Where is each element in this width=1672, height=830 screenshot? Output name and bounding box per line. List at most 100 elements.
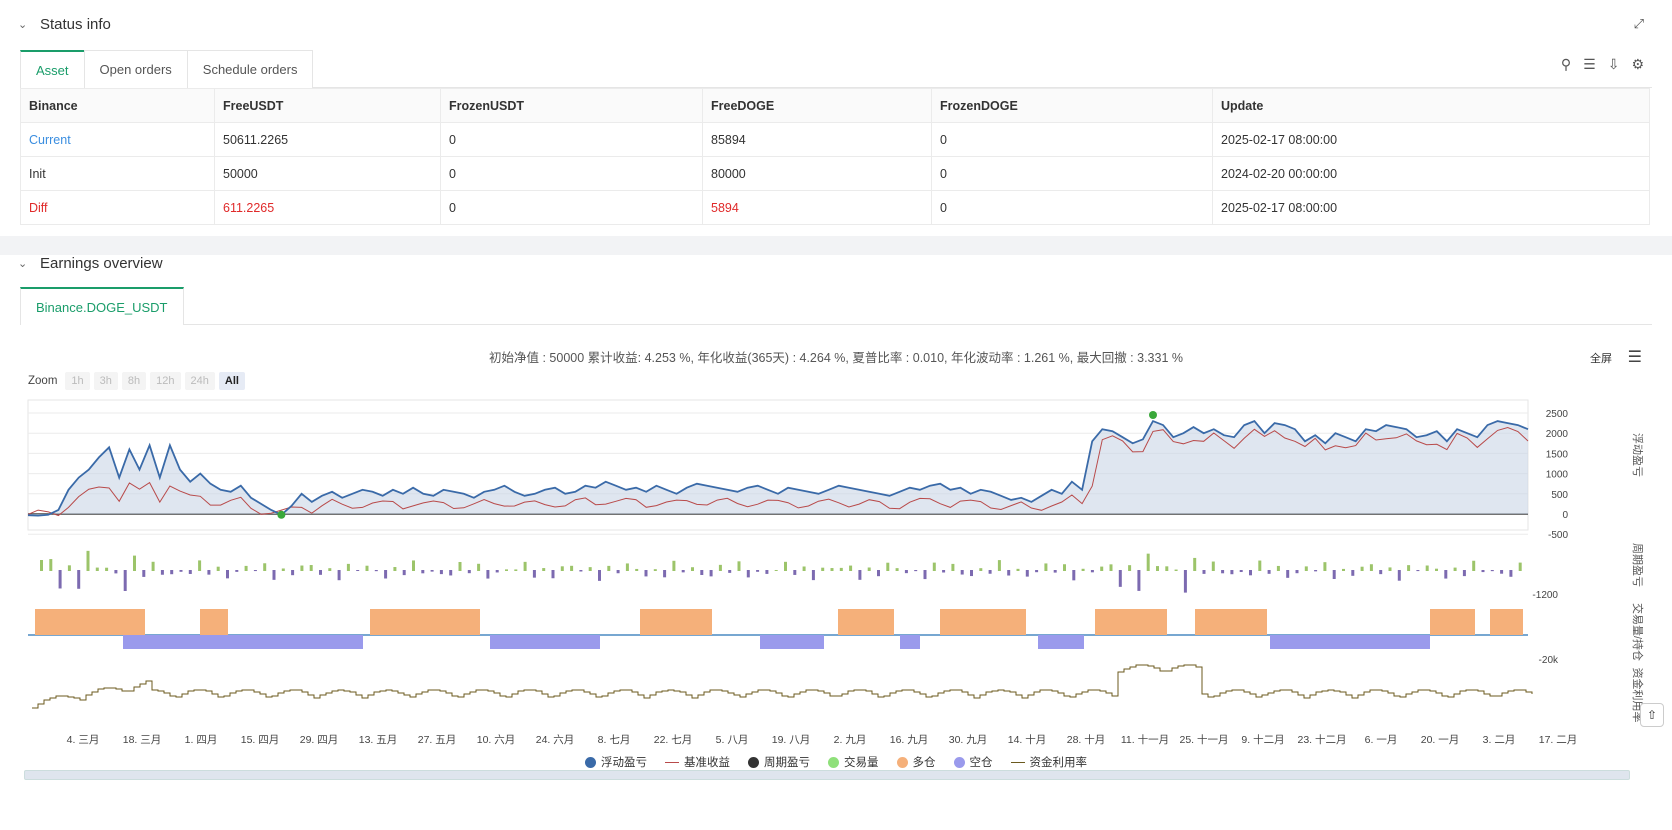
period-pnl-bar: [877, 570, 880, 577]
x-tick-label: 19. 八月: [772, 734, 811, 746]
x-tick-label: 4. 三月: [67, 734, 100, 746]
legend-volume[interactable]: 交易量: [828, 754, 879, 770]
period-pnl-bar: [839, 567, 843, 571]
pane-axis-label: 周期盈亏: [1631, 543, 1644, 587]
period-pnl-bar: [1007, 570, 1011, 576]
x-tick-label: 24. 六月: [536, 734, 575, 746]
period-pnl-bar: [67, 565, 71, 571]
zoom-12h[interactable]: 12h: [150, 372, 181, 390]
period-pnl-bar: [281, 568, 285, 571]
period-pnl-bar: [904, 570, 908, 574]
period-pnl-bar: [1137, 570, 1141, 591]
period-pnl-bar: [486, 570, 490, 579]
list-icon[interactable]: ☰: [1583, 56, 1596, 73]
fullscreen-button[interactable]: 全屏: [1590, 350, 1612, 366]
period-pnl-bar: [309, 565, 313, 571]
period-pnl-bar: [1462, 570, 1466, 577]
period-pnl-bar: [1286, 570, 1290, 578]
period-pnl-bar: [421, 570, 425, 574]
table-row: Diff 611.2265 0 5894 0 2025-02-17 08:00:…: [20, 190, 1650, 225]
status-header[interactable]: ⌄ Status info: [0, 0, 1672, 48]
period-pnl-bar: [942, 570, 946, 573]
period-pnl-bar: [123, 570, 127, 591]
period-pnl-bar: [1202, 570, 1206, 574]
period-pnl-bar: [923, 570, 927, 580]
legend-utilization[interactable]: 资金利用率: [1010, 754, 1087, 770]
asset-table: Binance FreeUSDT FrozenUSDT FreeDOGE Fro…: [20, 88, 1650, 225]
period-pnl-bar: [505, 569, 508, 571]
period-pnl-bar: [77, 570, 81, 589]
tab-doge-usdt[interactable]: Binance.DOGE_USDT: [20, 287, 184, 325]
x-tick-label: 14. 十月: [1008, 733, 1047, 746]
period-pnl-bar: [105, 567, 109, 571]
y-tick-label: 500: [1551, 490, 1568, 501]
search-icon[interactable]: ⚲: [1561, 56, 1571, 73]
zoom-all[interactable]: All: [218, 372, 245, 390]
period-pnl-bar: [821, 567, 825, 571]
earnings-chart[interactable]: 2500 2000 1500 1000 500 0 -500 -1200 -20k 4. 三月 18…: [0, 395, 1672, 750]
legend-period-pnl[interactable]: 周期盈亏: [748, 754, 810, 770]
period-pnl-bar: [328, 568, 332, 571]
cell: 80000: [702, 156, 932, 191]
period-pnl-bar: [1379, 570, 1383, 575]
zoom-3h[interactable]: 3h: [93, 372, 118, 390]
legend-float-pnl[interactable]: 浮动盈亏: [585, 754, 647, 770]
legend-short[interactable]: 空仓: [953, 754, 993, 770]
earnings-tabs: Binance.DOGE_USDT: [20, 287, 1652, 325]
tab-asset[interactable]: Asset: [20, 50, 85, 88]
period-pnl-bar: [774, 569, 778, 571]
cell: 0: [440, 156, 703, 191]
pane-axis-label: 交易量/持仓: [1631, 603, 1645, 661]
period-pnl-bar: [700, 570, 704, 575]
period-pnl-bar: [449, 570, 453, 576]
download-icon[interactable]: ⇩: [1608, 56, 1620, 73]
x-tick-label: 17. 二月: [1539, 734, 1578, 746]
period-pnl-bar: [1090, 570, 1094, 573]
pane-axis-label: 浮动盈亏: [1631, 433, 1644, 477]
scroll-top-button[interactable]: ⇧: [1640, 703, 1664, 727]
period-pnl-bar: [1360, 566, 1364, 571]
earnings-header[interactable]: ⌄ Earnings overview: [0, 255, 1672, 285]
period-pnl-bar: [374, 570, 378, 572]
legend-long[interactable]: 多仓: [896, 754, 936, 770]
chevron-down-icon[interactable]: ⌄: [18, 257, 27, 270]
earnings-title: Earnings overview: [40, 255, 163, 272]
tab-schedule-orders[interactable]: Schedule orders: [186, 50, 314, 88]
period-pnl-bar: [86, 550, 90, 571]
period-pnl-bar: [607, 565, 611, 571]
x-tick-label: 1. 四月: [185, 734, 218, 746]
cell: 5894: [702, 190, 932, 225]
utilization-line: [32, 664, 1533, 709]
period-pnl-bar: [886, 562, 890, 571]
period-pnl-bar: [142, 570, 146, 577]
expand-icon[interactable]: ⤢: [1634, 16, 1644, 32]
period-pnl-bar: [1211, 561, 1215, 571]
period-pnl-bar: [1314, 570, 1318, 572]
chart-navigator[interactable]: [24, 770, 1630, 780]
menu-icon[interactable]: ☰: [1628, 347, 1642, 367]
period-pnl-bar: [235, 570, 239, 572]
period-pnl-bar: [1146, 553, 1150, 571]
x-tick-label: 20. 一月: [1421, 734, 1460, 746]
period-pnl-bar: [1081, 568, 1085, 571]
zoom-1h[interactable]: 1h: [65, 372, 90, 390]
gear-icon[interactable]: ⚙: [1631, 56, 1644, 73]
zoom-8h[interactable]: 8h: [121, 372, 147, 390]
zoom-24h[interactable]: 24h: [184, 372, 215, 390]
max-marker: [1149, 411, 1157, 419]
period-pnl-bar: [1118, 570, 1122, 587]
period-pnl-bar: [1239, 570, 1243, 573]
x-tick-label: 13. 五月: [359, 734, 398, 746]
x-tick-label: 11. 十一月: [1121, 733, 1169, 746]
period-pnl-bar: [830, 568, 834, 571]
x-tick-label: 2. 九月: [834, 734, 867, 746]
period-pnl-bar: [1193, 557, 1197, 571]
period-pnl-bar: [291, 570, 295, 576]
row-label-current[interactable]: Current: [20, 122, 215, 157]
period-pnl-bar: [346, 563, 350, 571]
period-pnl-bar: [932, 562, 936, 571]
cell: 85894: [702, 122, 932, 157]
chevron-down-icon[interactable]: ⌄: [18, 18, 27, 31]
tab-open-orders[interactable]: Open orders: [83, 50, 188, 88]
legend-benchmark[interactable]: 基准收益: [665, 754, 730, 770]
